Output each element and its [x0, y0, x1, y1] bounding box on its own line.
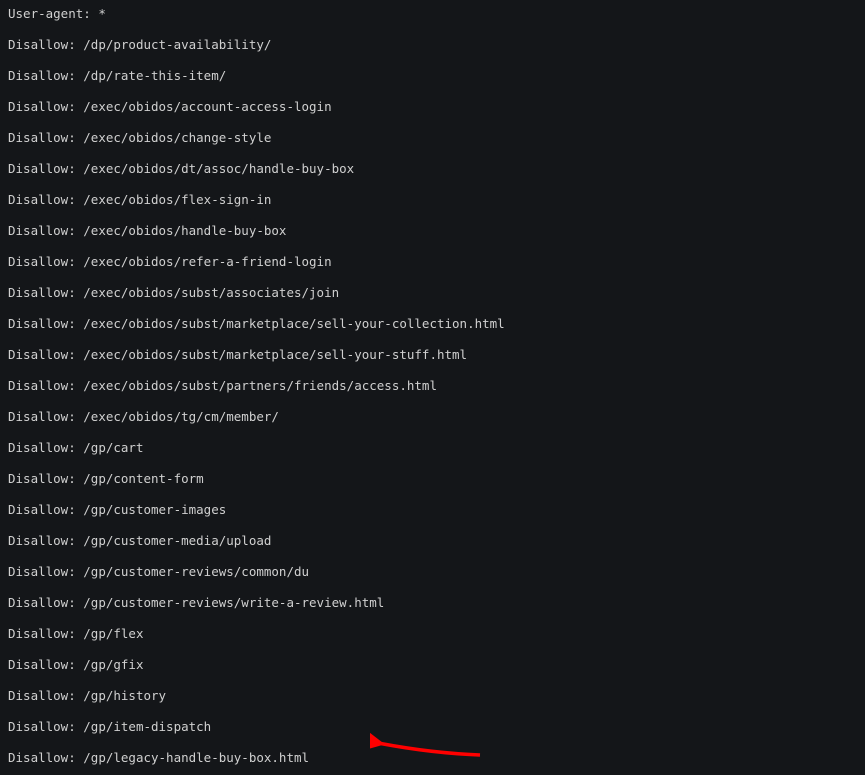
robots-rule-line: Disallow: /gp/history: [8, 688, 857, 704]
rule-directive: Disallow:: [8, 347, 76, 362]
rule-directive: Disallow:: [8, 471, 76, 486]
rule-directive: Disallow:: [8, 316, 76, 331]
rule-directive: Disallow:: [8, 533, 76, 548]
rule-path: /exec/obidos/handle-buy-box: [83, 223, 286, 238]
rule-path: /gp/item-dispatch: [83, 719, 211, 734]
rule-path: /gp/flex: [83, 626, 143, 641]
robots-rule-line: Disallow: /gp/content-form: [8, 471, 857, 487]
rule-path: /dp/product-availability/: [83, 37, 271, 52]
robots-rule-line: Disallow: /gp/legacy-handle-buy-box.html: [8, 750, 857, 766]
rule-path: /dp/rate-this-item/: [83, 68, 226, 83]
rule-directive: Disallow:: [8, 626, 76, 641]
rule-path: /exec/obidos/subst/associates/join: [83, 285, 339, 300]
rule-directive: Disallow:: [8, 595, 76, 610]
rule-directive: Disallow:: [8, 130, 76, 145]
rule-path: /exec/obidos/tg/cm/member/: [83, 409, 279, 424]
rule-directive: Disallow:: [8, 378, 76, 393]
robots-rule-line: Disallow: /dp/rate-this-item/: [8, 68, 857, 84]
robots-rule-line: Disallow: /exec/obidos/subst/marketplace…: [8, 316, 857, 332]
rule-path: /exec/obidos/flex-sign-in: [83, 192, 271, 207]
robots-rule-line: Disallow: /gp/gfix: [8, 657, 857, 673]
robots-rule-line: Disallow: /dp/product-availability/: [8, 37, 857, 53]
rule-directive: Disallow:: [8, 719, 76, 734]
rule-path: /gp/content-form: [83, 471, 203, 486]
rule-directive: Disallow:: [8, 502, 76, 517]
robots-rule-line: Disallow: /exec/obidos/subst/associates/…: [8, 285, 857, 301]
robots-rule-line: Disallow: /gp/customer-media/upload: [8, 533, 857, 549]
directive-value: *: [98, 6, 106, 21]
rule-path: /gp/legacy-handle-buy-box.html: [83, 750, 309, 765]
rule-path: /exec/obidos/subst/partners/friends/acce…: [83, 378, 437, 393]
rule-path: /gp/gfix: [83, 657, 143, 672]
rule-path: /gp/history: [83, 688, 166, 703]
rule-path: /exec/obidos/subst/marketplace/sell-your…: [83, 347, 467, 362]
rule-path: /gp/customer-media/upload: [83, 533, 271, 548]
robots-rule-line: Disallow: /exec/obidos/account-access-lo…: [8, 99, 857, 115]
rule-directive: Disallow:: [8, 161, 76, 176]
rule-path: /gp/customer-reviews/write-a-review.html: [83, 595, 384, 610]
robots-rule-line: Disallow: /exec/obidos/subst/partners/fr…: [8, 378, 857, 394]
directive-label: User-agent:: [8, 6, 91, 21]
robots-rule-line: Disallow: /gp/customer-reviews/write-a-r…: [8, 595, 857, 611]
robots-rule-line: Disallow: /exec/obidos/tg/cm/member/: [8, 409, 857, 425]
robots-rule-line: Disallow: /gp/cart: [8, 440, 857, 456]
rule-path: /gp/customer-reviews/common/du: [83, 564, 309, 579]
rule-directive: Disallow:: [8, 657, 76, 672]
robots-rule-line: Disallow: /exec/obidos/dt/assoc/handle-b…: [8, 161, 857, 177]
robots-rule-line: Disallow: /exec/obidos/subst/marketplace…: [8, 347, 857, 363]
rule-path: /exec/obidos/account-access-login: [83, 99, 331, 114]
rule-path: /exec/obidos/change-style: [83, 130, 271, 145]
rule-directive: Disallow:: [8, 440, 76, 455]
robots-rule-line: Disallow: /gp/customer-reviews/common/du: [8, 564, 857, 580]
rule-directive: Disallow:: [8, 688, 76, 703]
robots-rule-line: Disallow: /exec/obidos/change-style: [8, 130, 857, 146]
rule-directive: Disallow:: [8, 564, 76, 579]
rule-directive: Disallow:: [8, 192, 76, 207]
robots-rule-line: Disallow: /exec/obidos/refer-a-friend-lo…: [8, 254, 857, 270]
rule-directive: Disallow:: [8, 223, 76, 238]
rule-path: /exec/obidos/dt/assoc/handle-buy-box: [83, 161, 354, 176]
rule-directive: Disallow:: [8, 254, 76, 269]
rule-directive: Disallow:: [8, 285, 76, 300]
rule-path: /exec/obidos/subst/marketplace/sell-your…: [83, 316, 504, 331]
rule-directive: Disallow:: [8, 99, 76, 114]
robots-rule-line: Disallow: /gp/flex: [8, 626, 857, 642]
rule-directive: Disallow:: [8, 750, 76, 765]
rule-directive: Disallow:: [8, 68, 76, 83]
robots-rule-line: Disallow: /exec/obidos/flex-sign-in: [8, 192, 857, 208]
robots-rule-line: Disallow: /exec/obidos/handle-buy-box: [8, 223, 857, 239]
rule-path: /gp/customer-images: [83, 502, 226, 517]
rule-path: /exec/obidos/refer-a-friend-login: [83, 254, 331, 269]
robots-txt-content: User-agent: * Disallow: /dp/product-avai…: [0, 0, 865, 775]
rule-directive: Disallow:: [8, 409, 76, 424]
rule-path: /gp/cart: [83, 440, 143, 455]
user-agent-line: User-agent: *: [8, 6, 857, 22]
robots-rule-line: Disallow: /gp/item-dispatch: [8, 719, 857, 735]
robots-rule-line: Disallow: /gp/customer-images: [8, 502, 857, 518]
rule-directive: Disallow:: [8, 37, 76, 52]
